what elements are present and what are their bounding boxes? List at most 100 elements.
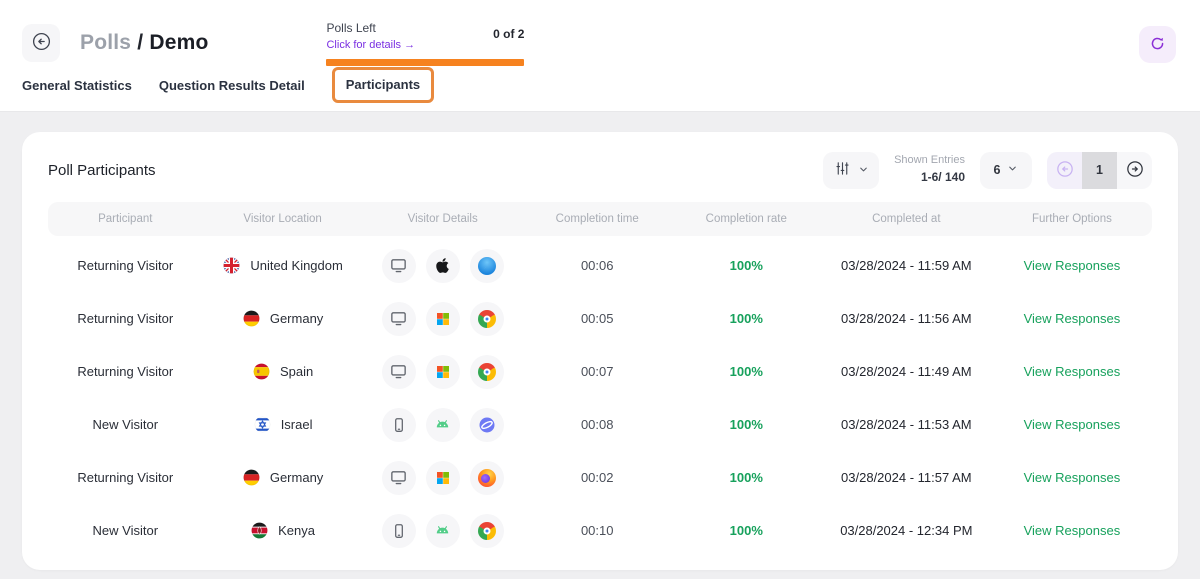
completion-rate: 100% (672, 417, 821, 432)
column-header-visitor-location: Visitor Location (203, 213, 363, 225)
apple-icon (426, 249, 460, 283)
view-responses-link[interactable]: View Responses (1024, 311, 1121, 326)
view-responses-link[interactable]: View Responses (1024, 523, 1121, 538)
table-row: Returning Visitor Spain 00:07 100% 03/28… (48, 345, 1152, 398)
table-header-row: ParticipantVisitor LocationVisitor Detai… (48, 202, 1152, 236)
participant-type: Returning Visitor (48, 258, 203, 273)
next-page-button[interactable] (1117, 152, 1152, 189)
view-responses-link[interactable]: View Responses (1024, 258, 1121, 273)
page-title: Polls / Demo (80, 24, 208, 62)
tab-bar: General Statistics Question Results Deta… (0, 64, 1200, 111)
completed-at: 03/28/2024 - 11:56 AM (821, 311, 992, 326)
page-header: Polls / Demo Polls Left Click for detail… (0, 0, 1200, 112)
poll-participants-card: Poll Participants Shown Entries 1-6/ 140… (22, 132, 1178, 570)
flag-gb-icon (222, 256, 241, 275)
completion-time: 00:10 (523, 523, 672, 538)
completed-at: 03/28/2024 - 11:59 AM (821, 258, 992, 273)
table-controls: Shown Entries 1-6/ 140 6 1 (823, 152, 1152, 189)
visitor-location: Spain (203, 362, 363, 381)
country-name: Kenya (278, 523, 315, 538)
polls-left-progressbar (326, 59, 524, 66)
flag-il-icon (253, 415, 272, 434)
page-size-select[interactable]: 6 (980, 152, 1032, 189)
current-page-indicator[interactable]: 1 (1082, 152, 1117, 189)
table-row: Returning Visitor United Kingdom 00:06 1… (48, 239, 1152, 292)
completion-rate: 100% (672, 258, 821, 273)
further-options: View Responses (992, 364, 1152, 379)
country-name: Spain (280, 364, 313, 379)
chevron-down-icon (858, 163, 869, 178)
android-icon (426, 514, 460, 548)
polls-left-count: 0 of 2 (493, 27, 524, 41)
table-row: Returning Visitor Germany 00:05 100% 03/… (48, 292, 1152, 345)
visitor-location: Kenya (203, 521, 363, 540)
desktop-icon (382, 302, 416, 336)
chrome-icon (470, 514, 504, 548)
table-body: Returning Visitor United Kingdom 00:06 1… (48, 239, 1152, 557)
polls-left-details-link[interactable]: Click for details → (326, 39, 415, 51)
completed-at: 03/28/2024 - 11:49 AM (821, 364, 992, 379)
visitor-location: Germany (203, 468, 363, 487)
completion-time: 00:05 (523, 311, 672, 326)
visitor-location: Germany (203, 309, 363, 328)
bottom-strip (0, 579, 1200, 584)
tab-participants-highlight: Participants (332, 67, 434, 103)
tab-general-statistics[interactable]: General Statistics (22, 78, 132, 93)
visitor-details (363, 514, 523, 548)
arrow-left-circle-icon (31, 31, 52, 55)
sliders-icon (834, 160, 851, 180)
shown-entries: Shown Entries 1-6/ 140 (894, 153, 965, 186)
windows-icon (426, 302, 460, 336)
column-header-completion-time: Completion time (523, 213, 672, 225)
country-name: Germany (270, 470, 323, 485)
chevron-down-icon (1007, 163, 1018, 177)
participant-type: Returning Visitor (48, 311, 203, 326)
breadcrumb-separator: / (137, 31, 143, 54)
view-responses-link[interactable]: View Responses (1024, 417, 1121, 432)
arrow-left-circle-icon (1055, 159, 1075, 182)
completion-rate: 100% (672, 364, 821, 379)
view-responses-link[interactable]: View Responses (1024, 470, 1121, 485)
completion-rate: 100% (672, 311, 821, 326)
mobile-icon (382, 408, 416, 442)
column-header-completion-rate: Completion rate (672, 213, 821, 225)
poll-name: Demo (149, 31, 208, 54)
android-icon (426, 408, 460, 442)
table-row: New Visitor Kenya 00:10 100% 03/28/2024 … (48, 504, 1152, 557)
shown-entries-label: Shown Entries (894, 153, 965, 169)
visitor-location: United Kingdom (203, 256, 363, 275)
participant-type: New Visitor (48, 417, 203, 432)
tab-participants[interactable]: Participants (346, 77, 420, 92)
completion-rate: 100% (672, 470, 821, 485)
polls-left-label: Polls Left (326, 21, 415, 35)
country-name: Israel (281, 417, 313, 432)
further-options: View Responses (992, 470, 1152, 485)
view-responses-link[interactable]: View Responses (1024, 364, 1121, 379)
mobile-icon (382, 514, 416, 548)
firefox-icon (470, 461, 504, 495)
desktop-icon (382, 461, 416, 495)
previous-page-button[interactable] (1047, 152, 1082, 189)
completed-at: 03/28/2024 - 11:53 AM (821, 417, 992, 432)
desktop-icon (382, 249, 416, 283)
safari-icon (470, 249, 504, 283)
completion-time: 00:08 (523, 417, 672, 432)
refresh-icon (1148, 34, 1167, 56)
flag-es-icon (252, 362, 271, 381)
completion-time: 00:07 (523, 364, 672, 379)
desktop-icon (382, 355, 416, 389)
country-name: Germany (270, 311, 323, 326)
samsung-icon (470, 408, 504, 442)
table-row: New Visitor Israel 00:08 100% 03/28/2024… (48, 398, 1152, 451)
visitor-location: Israel (203, 415, 363, 434)
further-options: View Responses (992, 311, 1152, 326)
filter-button[interactable] (823, 152, 879, 189)
tab-question-results-detail[interactable]: Question Results Detail (159, 78, 305, 93)
back-button[interactable] (22, 24, 60, 62)
chrome-icon (470, 302, 504, 336)
page-size-value: 6 (994, 163, 1001, 177)
shown-entries-value: 1-6/ 140 (894, 169, 965, 186)
breadcrumb-section: Polls (80, 31, 131, 54)
main-content: Poll Participants Shown Entries 1-6/ 140… (0, 112, 1200, 570)
refresh-button[interactable] (1139, 26, 1176, 63)
